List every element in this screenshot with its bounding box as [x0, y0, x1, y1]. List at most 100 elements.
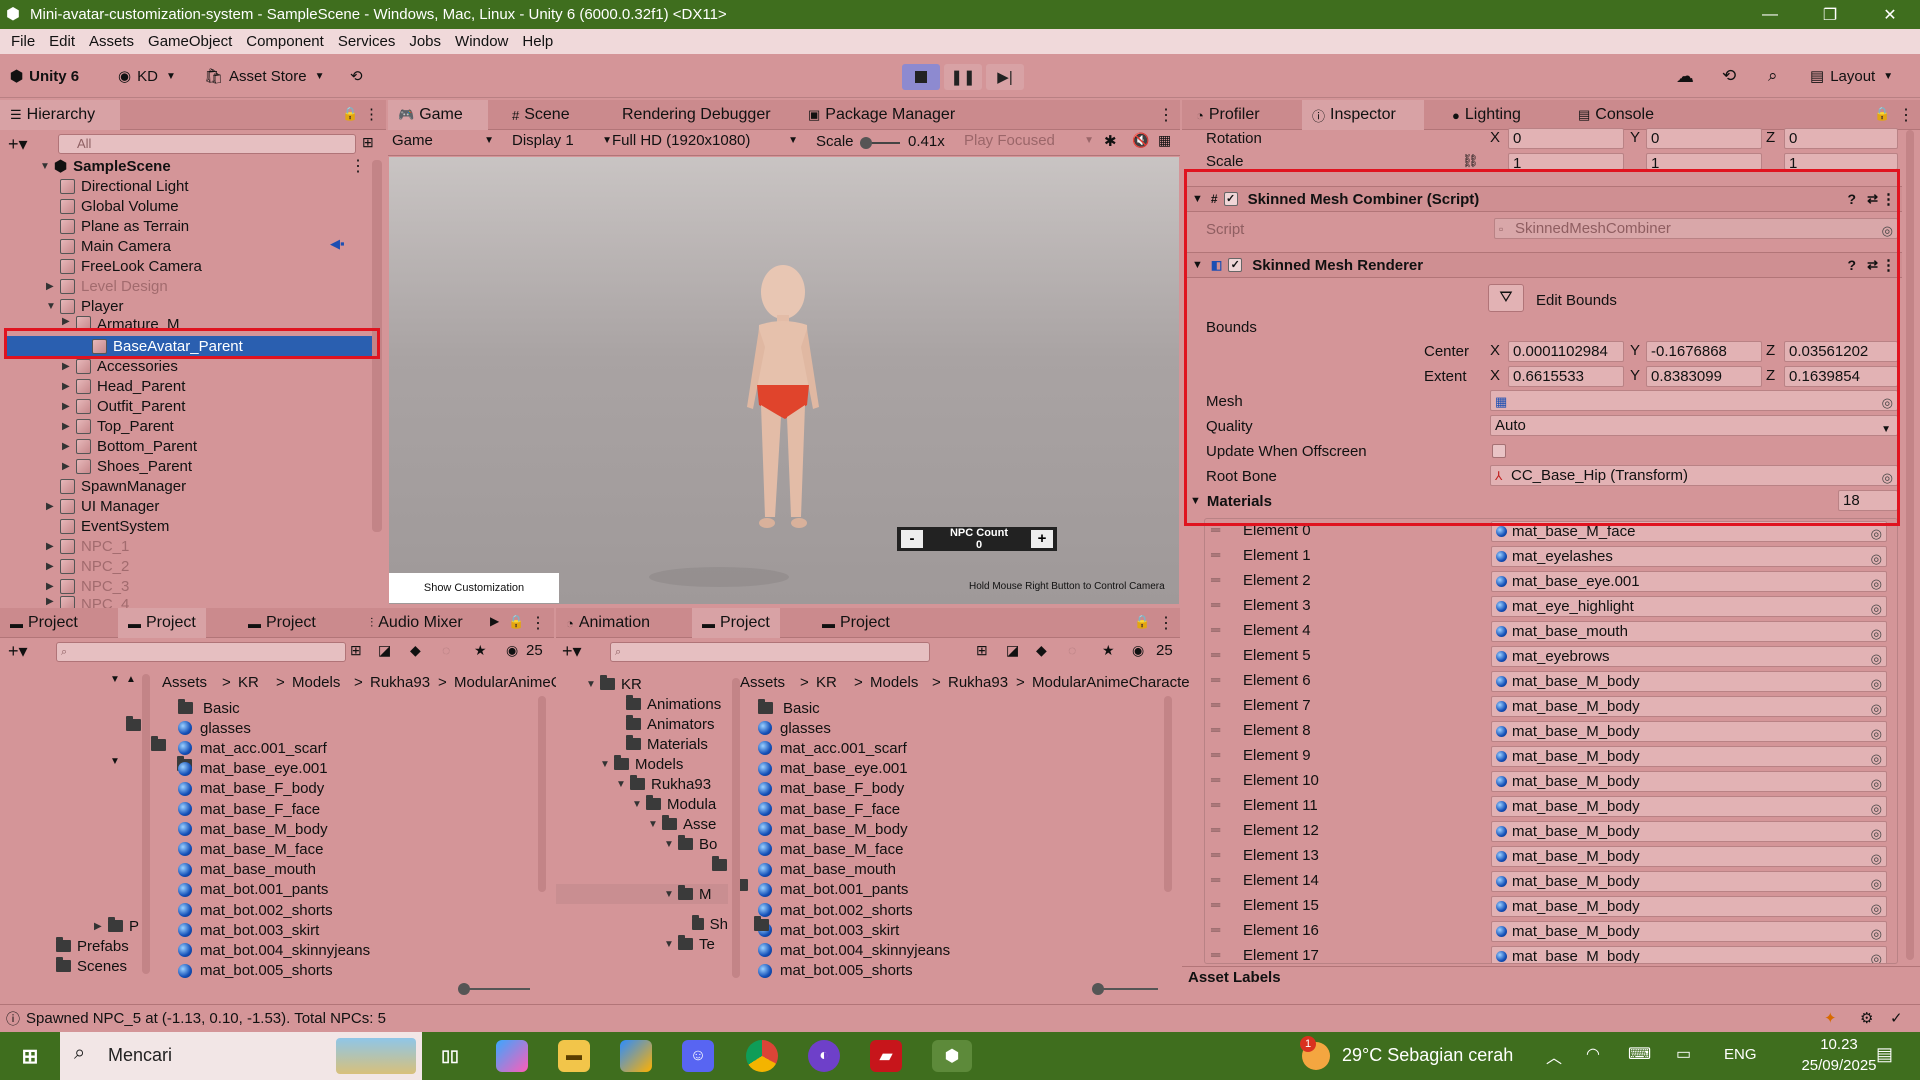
expand-arrow-icon[interactable]: ▼ — [46, 301, 60, 312]
expand-arrow-icon[interactable]: ▶ — [62, 461, 76, 472]
scale-y-field[interactable]: 1 — [1646, 153, 1762, 170]
breadcrumb-item[interactable]: KR — [816, 674, 837, 691]
drag-handle-icon[interactable]: ═ — [1211, 572, 1220, 587]
target-icon[interactable]: ◎ — [1882, 468, 1893, 485]
game-viewport[interactable]: - NPC Count 0 + Show Customization Hold … — [389, 157, 1179, 604]
material-field[interactable]: mat_base_eye.001 ◎ — [1491, 571, 1887, 592]
hidden-icon[interactable]: ◌ — [1068, 642, 1076, 658]
expand-arrow-icon[interactable]: ▼ — [110, 674, 120, 685]
link-icon[interactable]: ⛓ — [1462, 153, 1479, 169]
target-icon[interactable]: ◎ — [1871, 949, 1882, 963]
clock-date[interactable]: 25/09/2025 — [1796, 1057, 1882, 1074]
expand-arrow-icon[interactable]: ▼ — [648, 819, 662, 830]
center-z-field[interactable]: 0.03561202 — [1784, 341, 1898, 362]
more-options-icon[interactable]: ⋮ — [1881, 190, 1896, 208]
materials-foldout[interactable]: ▼ Materials — [1190, 490, 1272, 512]
target-icon[interactable]: ◎ — [1871, 649, 1882, 666]
mute-icon[interactable]: 🔇 — [1132, 132, 1149, 149]
target-icon[interactable]: ◎ — [1882, 393, 1893, 410]
npc-decrease-button[interactable]: - — [901, 530, 923, 548]
rotation-z-field[interactable]: 0 — [1784, 128, 1898, 149]
asset-item[interactable]: mat_base_eye.001 — [758, 759, 908, 779]
material-field[interactable]: mat_base_M_body ◎ — [1491, 721, 1887, 742]
check-icon[interactable]: ✓ — [1890, 1009, 1903, 1027]
menu-gameobject[interactable]: GameObject — [141, 33, 239, 50]
expand-arrow-icon[interactable]: ▶ — [62, 421, 76, 432]
more-options-icon[interactable]: ⋮ — [1881, 256, 1896, 274]
hierarchy-item[interactable]: ▼ Player — [46, 296, 124, 316]
lock-icon[interactable]: 🔒 — [1134, 614, 1150, 630]
breadcrumb-item[interactable]: Models — [870, 674, 918, 691]
cloud-icon[interactable]: ☁ — [1676, 64, 1694, 88]
asset-item[interactable]: glasses — [758, 718, 831, 738]
expand-arrow-icon[interactable]: ▶ — [62, 381, 76, 392]
asset-item[interactable]: mat_base_F_face — [758, 799, 900, 819]
expand-arrow-icon[interactable]: ▶ — [46, 281, 60, 292]
materials-count-field[interactable]: 18 — [1838, 490, 1898, 511]
target-icon[interactable]: ◎ — [1871, 824, 1882, 841]
skinned-mesh-renderer-header[interactable]: ▼ ◧ ✓ Skinned Mesh Renderer ? ⇄ ⋮ — [1186, 252, 1902, 278]
npc-increase-button[interactable]: + — [1031, 530, 1053, 548]
project-folder[interactable]: ▼ Models — [600, 754, 728, 774]
file-explorer-icon[interactable]: ▬ — [558, 1040, 590, 1072]
target-icon[interactable]: ◎ — [1871, 924, 1882, 941]
drag-handle-icon[interactable]: ═ — [1211, 797, 1220, 812]
tab-console[interactable]: ▤ Console — [1568, 100, 1664, 130]
asset-item[interactable]: mat_base_F_face — [178, 799, 320, 819]
bug-icon[interactable]: ✱ — [1104, 132, 1117, 150]
material-field[interactable]: mat_base_M_body ◎ — [1491, 821, 1887, 842]
unity-hub-icon[interactable]: ⬢ — [932, 1040, 972, 1072]
layout-dropdown[interactable]: ▤ Layout ▼ — [1810, 64, 1893, 88]
icon-size-slider-thumb[interactable] — [458, 983, 470, 995]
wifi-icon[interactable]: ◠ — [1586, 1044, 1600, 1064]
tab-hierarchy[interactable]: ☰ Hierarchy — [0, 100, 120, 130]
hierarchy-item[interactable]: EventSystem — [46, 516, 169, 536]
hierarchy-item[interactable]: ▶ NPC_1 — [46, 536, 129, 556]
more-options-icon[interactable]: ⋮ — [1158, 613, 1174, 633]
tray-chevron-icon[interactable]: ︿ — [1546, 1044, 1562, 1068]
drag-handle-icon[interactable]: ═ — [1211, 847, 1220, 862]
project-folder[interactable]: Sh — [682, 914, 728, 934]
weather-label[interactable]: 29°C Sebagian cerah — [1342, 1045, 1513, 1066]
tab-project-1[interactable]: ▬ Project — [0, 608, 88, 638]
display-mode-dropdown[interactable]: Game ▼ — [392, 132, 498, 149]
drag-handle-icon[interactable]: ═ — [1211, 822, 1220, 837]
expand-arrow-icon[interactable]: ▶ — [46, 561, 60, 572]
center-y-field[interactable]: -0.1676868 — [1646, 341, 1762, 362]
hierarchy-item[interactable]: ▶ Head_Parent — [62, 376, 185, 396]
asset-item[interactable]: mat_bot.002_shorts — [758, 900, 913, 920]
menu-jobs[interactable]: Jobs — [402, 33, 448, 50]
hierarchy-item[interactable]: Main Camera — [46, 236, 171, 256]
close-button[interactable]: ✕ — [1860, 5, 1920, 25]
tab-scene[interactable]: # Scene — [502, 100, 580, 130]
project-folder[interactable]: Materials — [612, 734, 728, 754]
icon-size-slider[interactable] — [1092, 983, 1158, 995]
asset-item[interactable]: mat_acc.001_scarf — [758, 738, 907, 758]
hierarchy-item[interactable]: FreeLook Camera — [46, 256, 202, 276]
tab-inspector[interactable]: ⓘ Inspector — [1302, 100, 1424, 130]
material-field[interactable]: mat_base_M_body ◎ — [1491, 746, 1887, 767]
lock-icon[interactable]: 🔒 — [508, 614, 524, 630]
more-options-icon[interactable]: ⋮ — [1158, 105, 1174, 125]
material-field[interactable]: mat_eye_highlight ◎ — [1491, 596, 1887, 617]
asset-item[interactable]: mat_bot.005_shorts — [178, 961, 333, 981]
scale-slider-thumb[interactable] — [860, 137, 872, 149]
expand-arrow-icon[interactable]: ▶ — [46, 541, 60, 552]
filter-type-icon[interactable]: ◪ — [1006, 642, 1019, 659]
version-control-icon[interactable]: ⟲ — [350, 64, 363, 88]
drag-handle-icon[interactable]: ═ — [1211, 872, 1220, 887]
hierarchy-item[interactable]: ▶ NPC_2 — [46, 556, 129, 576]
copilot-icon[interactable] — [496, 1040, 528, 1072]
drag-handle-icon[interactable]: ═ — [1211, 647, 1220, 662]
pause-button[interactable]: ❚❚ — [944, 64, 982, 90]
asset-item[interactable]: mat_bot.001_pants — [758, 880, 908, 900]
menu-file[interactable]: File — [4, 33, 42, 50]
tab-project-4[interactable]: ▬ Project — [692, 608, 780, 638]
material-field[interactable]: mat_base_mouth ◎ — [1491, 621, 1887, 642]
drag-handle-icon[interactable]: ═ — [1211, 522, 1220, 537]
more-options-icon[interactable]: ⋮ — [350, 156, 366, 176]
hierarchy-item[interactable]: ▶ Shoes_Parent — [62, 456, 192, 476]
chrome-icon[interactable] — [746, 1040, 778, 1072]
expand-arrow-icon[interactable]: ▶ — [62, 401, 76, 412]
folder-prefabs[interactable]: Prefabs — [56, 936, 129, 956]
